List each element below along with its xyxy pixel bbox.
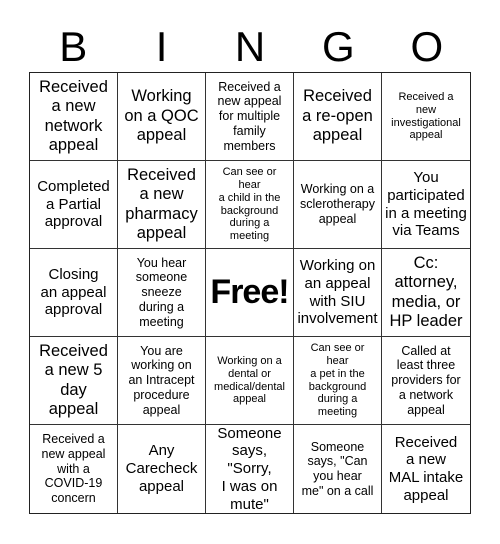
bingo-cell[interactable]: Working on an appeal with SIU involvemen… xyxy=(294,249,382,337)
bingo-cell[interactable]: Received a new 5 day appeal xyxy=(30,337,118,425)
bingo-cell[interactable]: Received a new investigational appeal xyxy=(382,73,470,161)
bingo-cell[interactable]: Any Carecheck appeal xyxy=(118,425,206,513)
bingo-cell[interactable]: Received a new MAL intake appeal xyxy=(382,425,470,513)
bingo-cell[interactable]: Working on a QOC appeal xyxy=(118,73,206,161)
bingo-cell[interactable]: Received a re-open appeal xyxy=(294,73,382,161)
bingo-cell[interactable]: Received a new pharmacy appeal xyxy=(118,161,206,249)
bingo-cell[interactable]: Someone says, "Sorry, I was on mute" xyxy=(206,425,294,513)
bingo-header: B I N G O xyxy=(29,22,471,72)
bingo-cell[interactable]: You hear someone sneeze during a meeting xyxy=(118,249,206,337)
bingo-cell[interactable]: Can see or hear a pet in the background … xyxy=(294,337,382,425)
bingo-grid: Received a new network appeal Working on… xyxy=(29,72,471,514)
bingo-cell[interactable]: Completed a Partial approval xyxy=(30,161,118,249)
bingo-cell[interactable]: Called at least three providers for a ne… xyxy=(382,337,470,425)
bingo-cell[interactable]: Cc: attorney, media, or HP leader xyxy=(382,249,470,337)
header-letter-o: O xyxy=(410,23,444,70)
header-letter-n: N xyxy=(234,23,266,70)
bingo-cell[interactable]: You participated in a meeting via Teams xyxy=(382,161,470,249)
bingo-cell[interactable]: Closing an appeal approval xyxy=(30,249,118,337)
bingo-cell[interactable]: You are working on an Intracept procedur… xyxy=(118,337,206,425)
bingo-cell[interactable]: Working on a dental or medical/dental ap… xyxy=(206,337,294,425)
bingo-cell[interactable]: Working on a sclerotherapy appeal xyxy=(294,161,382,249)
bingo-cell[interactable]: Received a new appeal for multiple famil… xyxy=(206,73,294,161)
free-space-cell[interactable]: Free! xyxy=(206,249,294,337)
header-letter-b: B xyxy=(59,23,88,70)
bingo-cell[interactable]: Received a new network appeal xyxy=(30,73,118,161)
bingo-cell[interactable]: Received a new appeal with a COVID-19 co… xyxy=(30,425,118,513)
bingo-cell[interactable]: Can see or hear a child in the backgroun… xyxy=(206,161,294,249)
header-letter-g: G xyxy=(322,23,355,70)
bingo-cell[interactable]: Someone says, "Can you hear me" on a cal… xyxy=(294,425,382,513)
header-letter-i: I xyxy=(155,23,168,70)
